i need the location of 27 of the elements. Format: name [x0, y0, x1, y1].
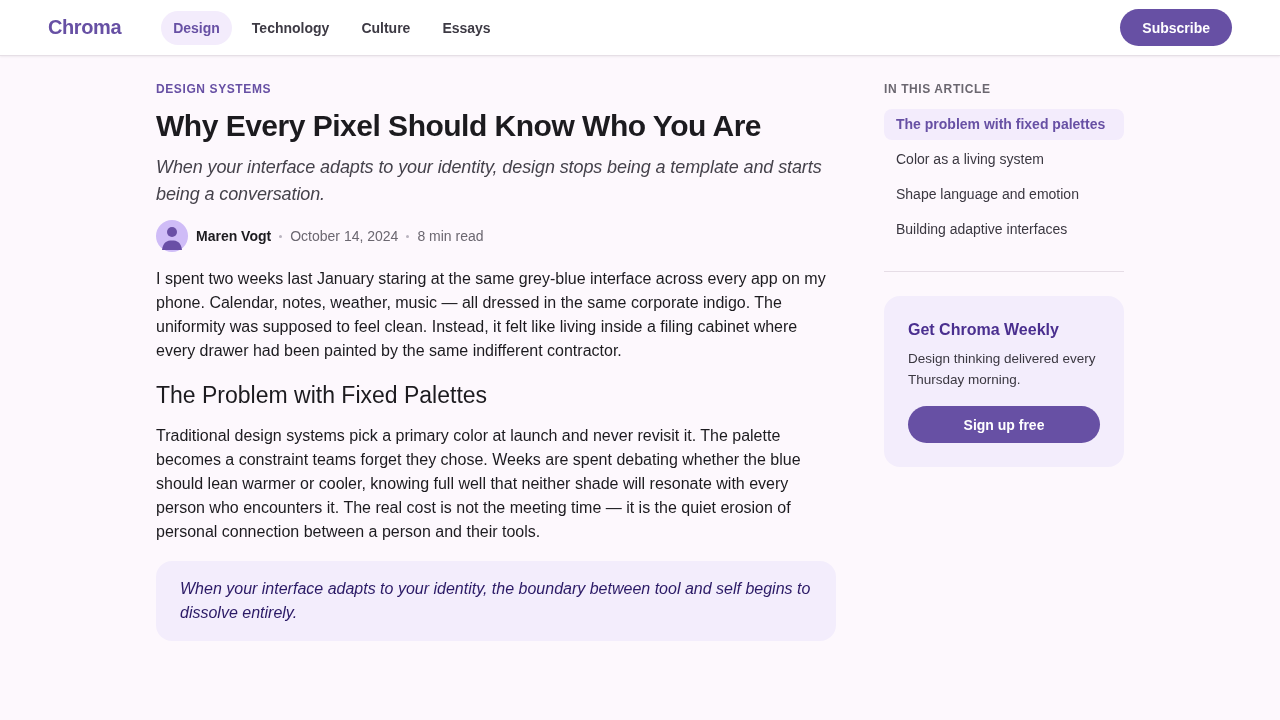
subscribe-button[interactable]: Subscribe: [1120, 9, 1232, 46]
author-name: Maren Vogt: [196, 228, 272, 244]
nav-tab[interactable]: Culture: [349, 10, 423, 45]
article-title: Why Every Pixel Should Know Who You Are: [156, 108, 763, 144]
section-heading: The Problem with Fixed Palettes: [156, 381, 489, 410]
toc-heading: IN THIS ARTICLE: [884, 82, 992, 96]
nav-tab[interactable]: Essays: [430, 10, 503, 45]
toc-link[interactable]: The problem with fixed palettes: [884, 109, 1124, 140]
newsletter-text: Design thinking delivered every Thursday morning.: [908, 350, 1097, 389]
site-logo[interactable]: Chroma: [48, 16, 122, 39]
read-time: 8 min read: [417, 228, 484, 244]
nav-tab[interactable]: Design: [161, 10, 232, 45]
nav-tab[interactable]: Technology: [239, 10, 342, 45]
toc-link[interactable]: Shape language and emotion: [884, 179, 1124, 210]
separator-dot-icon: [279, 234, 283, 238]
publish-date: October 14, 2024: [290, 228, 399, 244]
category-label: DESIGN SYSTEMS: [156, 82, 273, 96]
body-paragraph: Traditional design systems pick a primary color at launch and never revisit it. The palette becomes a constraint teams forget they chose. Weeks are spent debating whether the blue should lean warmer or cooler, knowing full well that neither shade will resonate with every person who encounters it. The real cost is not the meeting time — it is the quiet erosion of personal connection between a person and their tools.: [156, 426, 802, 542]
toc-link[interactable]: Building adaptive interfaces: [884, 214, 1124, 245]
pull-quote: When your interface adapts to your identity, the boundary between tool and self begins to dissolve entirely.: [156, 561, 836, 641]
toc-link[interactable]: Color as a living system: [884, 144, 1124, 175]
body-paragraph: I spent two weeks last January staring at the same grey-blue interface across every app on my phone. Calendar, notes, weather, music — all dressed in the same corporate indigo. The uniformity was supposed to feel clean. Instead, it felt like living inside a filing cabinet where every drawer had been painted by the same indifferent contractor.: [156, 269, 827, 361]
sign-up-button[interactable]: Sign up free: [908, 406, 1100, 443]
newsletter-title: Get Chroma Weekly: [908, 320, 1060, 340]
avatar-icon: [156, 220, 188, 252]
separator-dot-icon: [406, 234, 410, 238]
article-subtitle: When your interface adapts to your identity, design stops being a template and starts being a conversation.: [156, 156, 823, 206]
